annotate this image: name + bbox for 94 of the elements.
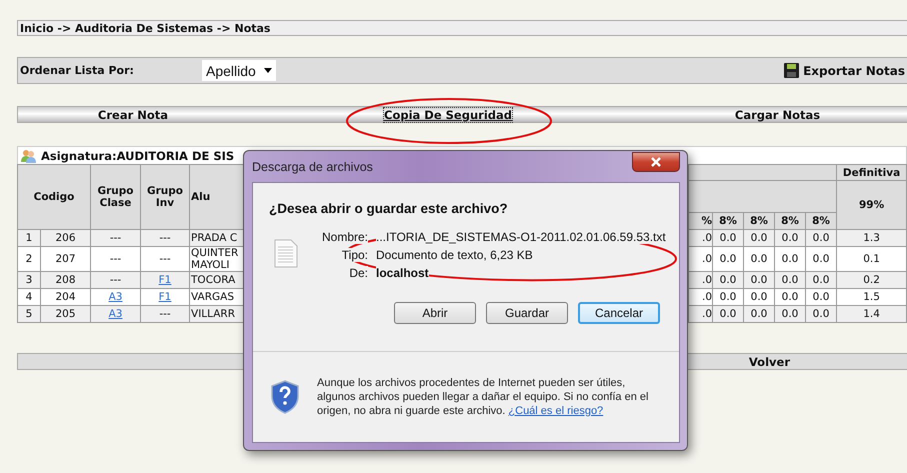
column-header: 99%	[836, 180, 907, 230]
table-cell: 0.0	[712, 288, 744, 306]
column-header: 8%	[744, 212, 775, 230]
table-cell: 0.0	[806, 288, 837, 306]
dialog-title: Descarga de archivos	[252, 160, 373, 174]
table-cell: 5	[18, 306, 40, 322]
table-cell: 0.0	[744, 288, 775, 306]
field-label: De:	[349, 266, 368, 280]
table-cell: 3	[18, 272, 40, 288]
field-label: Tipo:	[342, 248, 368, 262]
export-link[interactable]: Exportar Notas	[803, 64, 905, 78]
group-link[interactable]: A3	[108, 291, 122, 303]
table-cell: 0.0	[774, 272, 806, 288]
table-cell: 0.0	[744, 246, 775, 272]
column-header: 8%	[806, 212, 837, 230]
table-cell: 0.0	[712, 272, 744, 288]
table-cell: VARGAS	[190, 288, 244, 306]
table-cell: QUINTER MAYOLI	[190, 246, 244, 272]
column-header: Codigo	[18, 164, 91, 230]
group-link[interactable]: F1	[158, 274, 172, 286]
dialog-button[interactable]: Abrir	[394, 302, 476, 324]
table-cell: 0.0	[774, 306, 806, 322]
action-link[interactable]: Copia De Seguridad	[384, 108, 512, 122]
table-cell: 0.0	[712, 230, 744, 246]
table-cell: 0.1	[836, 246, 907, 272]
close-button[interactable]	[632, 152, 680, 172]
table-cell: 0.2	[836, 272, 907, 288]
column-header: %	[688, 212, 713, 230]
table-cell: 0.0	[774, 246, 806, 272]
table-cell: 1.4	[836, 306, 907, 322]
column-header: Alu	[190, 164, 244, 230]
table-cell: 207	[40, 246, 91, 272]
table-cell: 205	[40, 306, 91, 322]
column-header: 8%	[774, 212, 806, 230]
column-header: Grupo Inv	[140, 164, 190, 230]
back-link[interactable]: Volver	[748, 354, 790, 368]
dialog-button[interactable]: Cancelar	[578, 302, 660, 324]
table-cell: .0	[688, 288, 713, 306]
document-icon	[274, 239, 298, 268]
table-cell: .0	[688, 230, 713, 246]
table-cell: 2	[18, 246, 40, 272]
field-label: Nombre:	[322, 230, 368, 244]
group-link[interactable]: A3	[108, 308, 122, 320]
table-cell: 4	[18, 288, 40, 306]
sort-label: Ordenar Lista Por:	[20, 64, 135, 77]
field-value: ...ITORIA_DE_SISTEMAS-O1-2011.02.01.06.59.53.txt	[376, 230, 666, 244]
column-header: Definitiva	[836, 164, 907, 180]
breadcrumb: Inicio -> Auditoria De Sistemas -> Notas	[20, 22, 270, 34]
action-link[interactable]: Crear Nota	[98, 108, 168, 122]
dialog-question: ¿Desea abrir o guardar este archivo?	[269, 201, 509, 216]
column-header: 8%	[712, 212, 744, 230]
table-cell: ---	[140, 306, 190, 322]
field-value: localhost	[376, 266, 429, 280]
table-cell: .0	[688, 306, 713, 322]
group-link[interactable]: F1	[158, 291, 172, 303]
dialog-button[interactable]: Guardar	[486, 302, 568, 324]
table-cell: 1	[18, 230, 40, 246]
table-cell: ---	[140, 246, 190, 272]
shield-question-icon	[271, 380, 299, 414]
table-cell: 0.0	[744, 306, 775, 322]
table-cell: .0	[688, 246, 713, 272]
table-cell: 0.0	[806, 230, 837, 246]
table-cell: VILLARR	[190, 306, 244, 322]
table-cell: 0.0	[806, 306, 837, 322]
table-cell: .0	[688, 272, 713, 288]
warning-text: Aunque los archivos procedentes de Internet pueden ser útiles, algunos archivos pueden llegar a dañar el equipo. Si no confía en el origen, no abra ni guarde este archivo. ¿Cuál es el riesgo?	[317, 376, 650, 418]
table-cell: 0.0	[744, 272, 775, 288]
table-cell: TOCORA	[190, 272, 244, 288]
users-icon	[20, 148, 37, 162]
table-cell: 0.0	[712, 306, 744, 322]
field-value: Documento de texto, 6,23 KB	[376, 248, 533, 262]
table-cell: 0.0	[774, 230, 806, 246]
table-cell: ---	[140, 230, 190, 246]
caret-icon	[264, 68, 272, 73]
table-cell: 208	[40, 272, 91, 288]
table-cell: 1.3	[836, 230, 907, 246]
table-cell: 1.5	[836, 288, 907, 306]
table-cell: 0.0	[806, 246, 837, 272]
table-cell: 204	[40, 288, 91, 306]
subject-title: Asignatura:AUDITORIA DE SIS	[41, 148, 234, 162]
table-cell: 206	[40, 230, 91, 246]
close-icon	[650, 157, 662, 167]
table-cell: 0.0	[744, 230, 775, 246]
table-cell: PRADA C	[190, 230, 244, 246]
table-cell: ---	[90, 246, 141, 272]
table-cell: ---	[90, 272, 141, 288]
risk-link[interactable]: ¿Cuál es el riesgo?	[508, 405, 604, 417]
action-link[interactable]: Cargar Notas	[734, 108, 820, 122]
sort-dropdown[interactable]: Apellido	[202, 60, 276, 81]
table-cell: 0.0	[774, 288, 806, 306]
table-cell: ---	[90, 230, 141, 246]
table-cell: 0.0	[712, 246, 744, 272]
table-cell: 0.0	[806, 272, 837, 288]
column-header: Grupo Clase	[90, 164, 141, 230]
